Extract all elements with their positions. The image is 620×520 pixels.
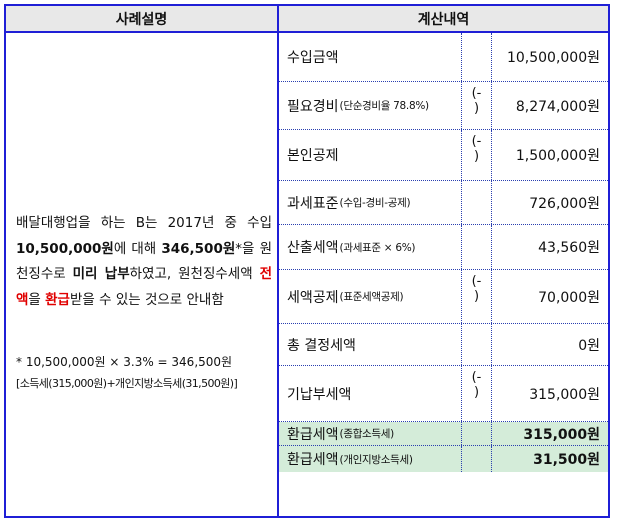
row-label: 과세표준 (수입-경비-공제) xyxy=(279,181,462,224)
row-label: 세액공제 (표준세액공제) xyxy=(279,270,462,323)
table-row: 산출세액 (과세표준 × 6%) 43,560원 xyxy=(279,225,608,270)
row-label-text: 환급세액 xyxy=(287,452,339,468)
row-label-text: 산출세액 xyxy=(287,240,339,256)
row-label-text: 수입금액 xyxy=(287,50,339,66)
calculation-rows: 수입금액 10,500,000원 필요경비 (단순경비율 78.8%) (-) 8,274… xyxy=(279,33,608,516)
row-operator: (-) xyxy=(462,270,492,323)
row-label: 본인공제 xyxy=(279,130,462,180)
row-value: 70,000원 xyxy=(538,289,600,306)
row-label: 환급세액 (개인지방소득세) xyxy=(279,446,462,472)
table-row: 환급세액 (개인지방소득세) 31,500원 xyxy=(279,446,608,472)
row-operator xyxy=(462,225,492,269)
row-operator: (-) xyxy=(462,366,492,421)
row-label-detail: (과세표준 × 6%) xyxy=(339,241,416,254)
note-line-1: * 10,500,000원 × 3.3% = 346,500원 xyxy=(16,355,233,369)
desc-refund: 환급 xyxy=(45,291,70,308)
desc-text-5: 을 xyxy=(28,291,46,308)
row-value: 31,500원 xyxy=(533,452,600,468)
table-row: 본인공제 (-) 1,500,000원 xyxy=(279,130,608,181)
row-operator xyxy=(462,33,492,81)
table-row: 세액공제 (표준세액공제) (-) 70,000원 xyxy=(279,270,608,324)
row-operator xyxy=(462,422,492,445)
table-row: 기납부세액 (-) 315,000원 xyxy=(279,366,608,422)
row-label: 필요경비 (단순경비율 78.8%) xyxy=(279,82,462,129)
row-label-detail: (표준세액공제) xyxy=(339,291,404,303)
row-value: 10,500,000원 xyxy=(506,50,600,66)
row-label: 수입금액 xyxy=(279,33,462,81)
table-row: 과세표준 (수입-경비-공제) 726,000원 xyxy=(279,181,608,225)
row-value: 315,000원 xyxy=(523,426,600,443)
row-label: 산출세액 (과세표준 × 6%) xyxy=(279,225,462,269)
desc-income-amount: 10,500,000원 xyxy=(16,240,114,257)
row-label-detail: (단순경비율 78.8%) xyxy=(339,100,430,112)
case-description-text: 배달대행업을 하는 B는 2017년 중 수입 10,500,000원에 대해 … xyxy=(16,211,272,313)
desc-prepaid-phrase: 미리 납부 xyxy=(72,266,130,282)
calculation-table: 사례설명 계산내역 배달대행업을 하는 B는 2017년 중 수입 10,500… xyxy=(4,4,610,518)
desc-text-6: 받을 수 있는 것으로 안내함 xyxy=(69,291,224,308)
table-row: 환급세액 (종합소득세) 315,000원 xyxy=(279,422,608,446)
row-value: 43,560원 xyxy=(538,240,600,256)
case-description-panel: 배달대행업을 하는 B는 2017년 중 수입 10,500,000원에 대해 … xyxy=(6,33,279,516)
row-label-text: 과세표준 xyxy=(287,195,339,212)
row-operator xyxy=(462,446,492,472)
table-row: 총 결정세액 0원 xyxy=(279,324,608,366)
row-label-text: 필요경비 xyxy=(287,98,339,115)
desc-text-1: 배달대행업을 하는 B는 2017년 중 수입 xyxy=(16,215,272,231)
calculation-note: * 10,500,000원 × 3.3% = 346,500원 [소득세(315… xyxy=(16,351,278,395)
row-operator: (-) xyxy=(462,130,492,180)
desc-text-4: 하였고, 원천징수세액 xyxy=(129,266,260,282)
note-line-2: [소득세(315,000원)+개인지방소득세(31,500원)] xyxy=(16,377,238,390)
row-label: 기납부세액 xyxy=(279,366,462,421)
header-case-description: 사례설명 xyxy=(6,6,279,33)
row-operator xyxy=(462,181,492,224)
row-label-text: 총 결정세액 xyxy=(287,337,356,354)
header-calculation: 계산내역 xyxy=(279,6,608,33)
row-operator: (-) xyxy=(462,82,492,129)
row-label-text: 본인공제 xyxy=(287,148,339,164)
row-label-text: 기납부세액 xyxy=(287,386,352,403)
table-row: 필요경비 (단순경비율 78.8%) (-) 8,274,000원 xyxy=(279,82,608,130)
row-operator xyxy=(462,324,492,365)
desc-withholding-amount: 346,500원 xyxy=(161,240,236,257)
row-value: 0원 xyxy=(578,337,600,354)
desc-text-2: 에 대해 xyxy=(113,240,162,257)
row-value: 726,000원 xyxy=(529,195,600,212)
row-label: 환급세액 (종합소득세) xyxy=(279,422,462,445)
row-label-detail: (개인지방소득세) xyxy=(339,453,413,466)
row-label-text: 세액공제 xyxy=(287,289,339,306)
row-value: 1,500,000원 xyxy=(515,148,600,164)
table-row: 수입금액 10,500,000원 xyxy=(279,33,608,82)
row-value: 8,274,000원 xyxy=(515,98,600,115)
row-label-text: 환급세액 xyxy=(287,426,339,443)
row-label: 총 결정세액 xyxy=(279,324,462,365)
row-label-detail: (종합소득세) xyxy=(339,428,395,440)
row-value: 315,000원 xyxy=(529,386,600,403)
row-label-detail: (수입-경비-공제) xyxy=(339,197,411,209)
